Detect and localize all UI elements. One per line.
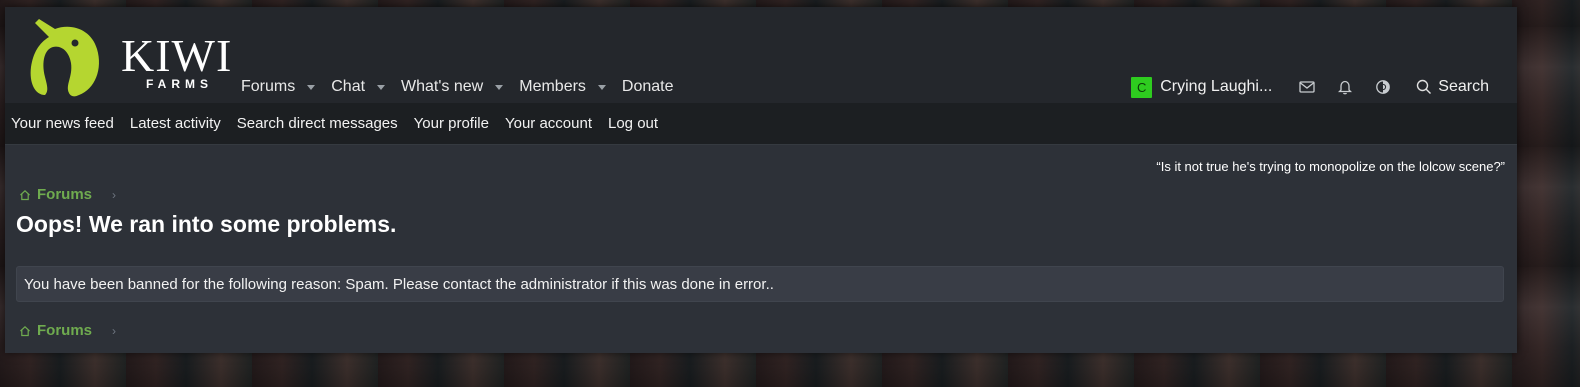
breadcrumb-forums-link[interactable]: Forums (37, 322, 92, 339)
home-icon[interactable] (19, 189, 31, 201)
search-icon (1417, 79, 1432, 94)
logo-title: KIWI (121, 30, 233, 81)
kiwi-bird-logo-icon (30, 19, 99, 97)
page-container: KIWI FARMS Forums Chat What's new Member… (5, 7, 1517, 353)
nav-tab-chat[interactable]: Chat (323, 71, 393, 103)
subnav-item-latest-activity[interactable]: Latest activity (130, 115, 229, 132)
nav-tab-forums[interactable]: Forums (233, 71, 323, 103)
chevron-down-icon[interactable] (307, 84, 316, 90)
nav-tab-label: What's new (401, 78, 484, 95)
breadcrumb: Forums › (19, 186, 116, 203)
logo-subtitle: FARMS (146, 77, 213, 91)
nav-tab-label: Members (519, 78, 586, 95)
nav-tab-whats-new[interactable]: What's new (393, 71, 511, 103)
site-logo[interactable]: KIWI FARMS (25, 15, 235, 99)
subnav-item-profile[interactable]: Your profile (414, 115, 497, 132)
chevron-right-icon: › (112, 187, 117, 202)
error-message-box: You have been banned for the following r… (16, 266, 1504, 302)
chevron-down-icon[interactable] (377, 84, 386, 90)
envelope-icon (1299, 81, 1315, 93)
nav-tab-donate[interactable]: Donate (614, 71, 682, 103)
sub-navigation: Your news feed Latest activity Search di… (5, 103, 1517, 145)
nav-tab-label: Chat (331, 78, 366, 95)
home-icon[interactable] (19, 325, 31, 337)
subnav-item-account[interactable]: Your account (505, 115, 600, 132)
alerts-button[interactable] (1328, 71, 1362, 103)
search-label: Search (1438, 78, 1489, 95)
contrast-icon (1376, 80, 1391, 94)
breadcrumb-forums-link[interactable]: Forums (37, 186, 92, 203)
main-nav: Forums Chat What's new Members Donate (233, 71, 682, 103)
nav-tab-label: Forums (241, 78, 296, 95)
main-content: “Is it not true he's trying to monopoliz… (5, 145, 1517, 352)
search-button[interactable]: Search (1416, 78, 1489, 96)
subnav-item-search-messages[interactable]: Search direct messages (237, 115, 406, 132)
breadcrumb-bottom: Forums › (19, 322, 116, 339)
inbox-button[interactable] (1290, 71, 1324, 103)
nav-tab-members[interactable]: Members (511, 71, 614, 103)
chevron-right-icon: › (112, 323, 117, 338)
subnav-item-news-feed[interactable]: Your news feed (11, 115, 122, 132)
nav-tab-label: Donate (621, 78, 674, 95)
user-nav: C Crying Laughi... Search (1131, 71, 1489, 103)
bell-icon (1338, 80, 1353, 95)
page-title: Oops! We ran into some problems. (16, 211, 397, 237)
avatar[interactable]: C (1131, 76, 1153, 98)
chevron-down-icon[interactable] (597, 84, 606, 90)
site-header: KIWI FARMS Forums Chat What's new Member… (5, 7, 1517, 103)
username-link[interactable]: Crying Laughi... (1160, 78, 1272, 96)
header-quote: “Is it not true he's trying to monopoliz… (1156, 159, 1505, 174)
theme-toggle-button[interactable] (1366, 71, 1400, 103)
chevron-down-icon[interactable] (495, 84, 504, 90)
subnav-item-log-out[interactable]: Log out (608, 115, 666, 132)
ban-message: You have been banned for the following r… (24, 275, 774, 293)
